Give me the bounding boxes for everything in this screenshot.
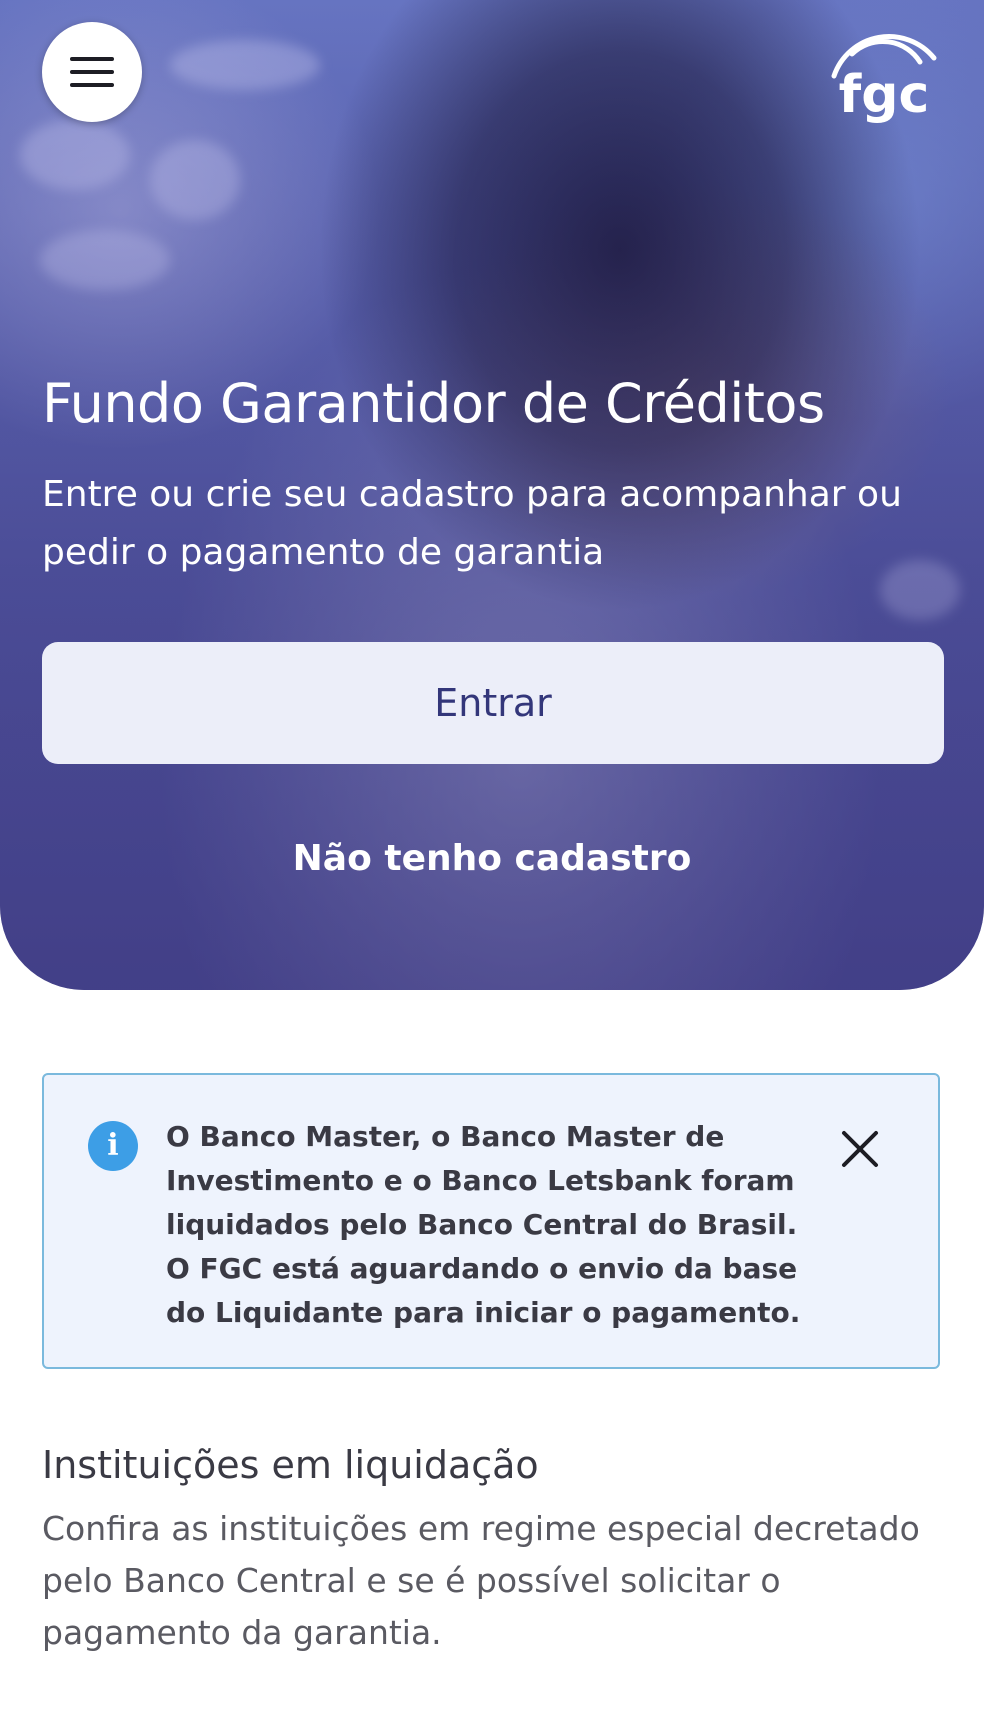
page-title: Fundo Garantidor de Créditos [42, 372, 825, 435]
register-link[interactable]: Não tenho cadastro [0, 838, 984, 879]
section-title: Instituições em liquidação [42, 1443, 539, 1487]
login-button[interactable]: Entrar [42, 642, 944, 764]
page-subtitle: Entre ou crie seu cadastro para acompanh… [42, 474, 902, 573]
alert-message: O Banco Master, o Banco Master de Invest… [166, 1120, 801, 1329]
info-icon: i [88, 1121, 138, 1171]
liquidation-alert: i O Banco Master, o Banco Master de Inve… [42, 1073, 940, 1369]
menu-button[interactable] [42, 22, 142, 122]
hero-banner: fgc Fundo Garantidor de Créditos Entre o… [0, 0, 984, 990]
hamburger-menu-icon [70, 57, 114, 87]
logo-text: fgc [839, 65, 930, 125]
fgc-logo: fgc [831, 34, 937, 125]
section-description: Confira as instituições em regime especi… [42, 1509, 920, 1652]
close-icon[interactable] [840, 1129, 880, 1169]
